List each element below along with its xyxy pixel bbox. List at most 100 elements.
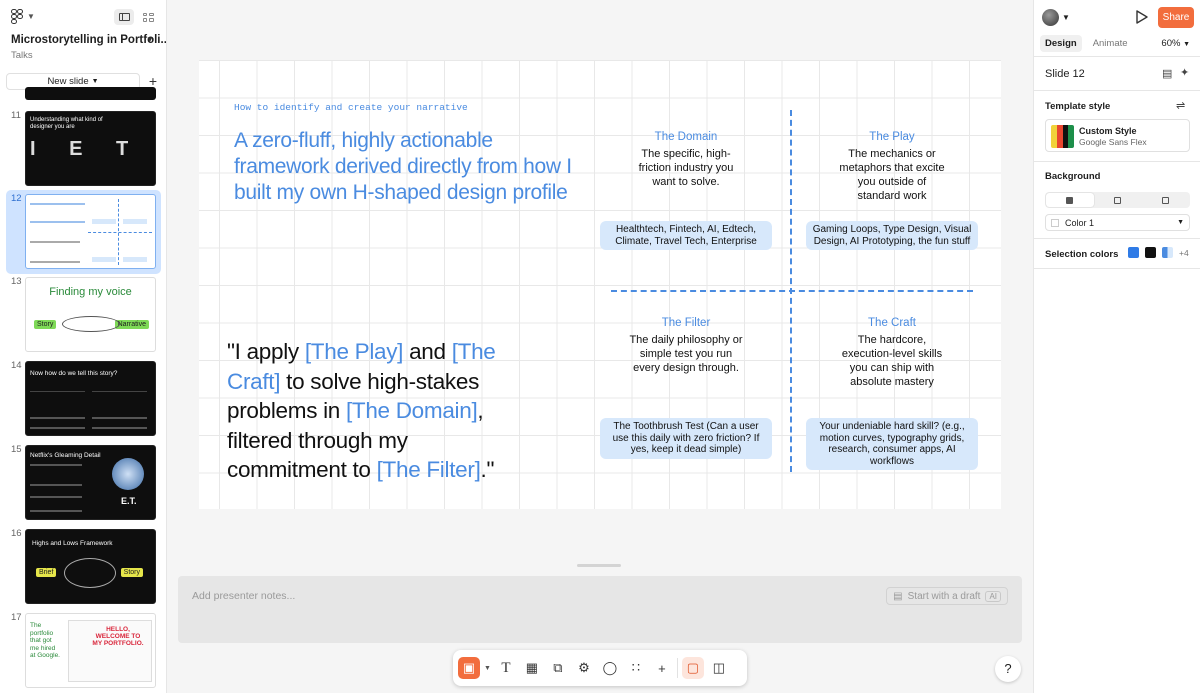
- selection-colors-heading: Selection colors: [1045, 249, 1119, 260]
- slide-thumbnail[interactable]: Understanding what kind of designer you …: [25, 111, 156, 186]
- quadrant-example[interactable]: Your undeniable hard skill? (e.g., motio…: [806, 418, 978, 470]
- quadrant-example[interactable]: Gaming Loops, Type Design, Visual Design…: [806, 221, 978, 250]
- more-colors-count[interactable]: +4: [1179, 248, 1189, 258]
- quadrant-example[interactable]: The Toothbrush Test (Can a user use this…: [600, 418, 772, 459]
- slide-tool-button[interactable]: ▣: [458, 657, 480, 679]
- chevron-down-icon[interactable]: ▼: [146, 35, 154, 44]
- quote-text: .": [480, 457, 495, 482]
- slide-row-17[interactable]: 17 The portfolio that got me hired at Go…: [6, 609, 161, 693]
- slide-thumbnail[interactable]: Now how do we tell this story?: [25, 361, 156, 436]
- presenter-notes[interactable]: Add presenter notes... ▤ Start with a dr…: [178, 576, 1022, 643]
- divider: [1034, 161, 1200, 162]
- selection-color-swatch[interactable]: [1128, 247, 1139, 258]
- plus-icon: +: [658, 660, 666, 676]
- chevron-down-icon[interactable]: ▼: [484, 665, 491, 672]
- thumb-title: Finding my voice: [49, 286, 132, 298]
- background-color-select[interactable]: Color 1 ▼: [1045, 214, 1190, 231]
- layout-mode-button[interactable]: ◫: [708, 657, 730, 679]
- selection-color-swatch[interactable]: [1145, 247, 1156, 258]
- slide-number: 14: [11, 360, 22, 371]
- share-button[interactable]: Share: [1158, 7, 1194, 28]
- slide-thumbnail[interactable]: Highs and Lows Framework Brief Story: [25, 529, 156, 604]
- adjust-icon[interactable]: ⇌: [1176, 99, 1185, 112]
- quadrant-title: The Play: [869, 131, 915, 143]
- slide-quote[interactable]: "I apply [The Play] and [The Craft] to s…: [227, 337, 517, 485]
- sticker-tool-button[interactable]: ⚙: [573, 657, 595, 679]
- thumb-left-label: Story: [34, 320, 57, 329]
- slide-row-13[interactable]: 13 Finding my voice Story Narrative: [6, 273, 161, 357]
- quadrant-craft[interactable]: The Craft The hardcore, execution-level …: [806, 317, 978, 389]
- solid-fill-tab[interactable]: [1046, 193, 1094, 207]
- zoom-select[interactable]: 60% ▼: [1161, 38, 1190, 49]
- template-name: Custom Style: [1079, 126, 1137, 136]
- quote-text: "I apply: [227, 339, 305, 364]
- slide-name: Slide 12: [1045, 68, 1085, 80]
- chevron-down-icon: ▼: [91, 78, 99, 85]
- notes-icon[interactable]: ▤: [1162, 67, 1172, 80]
- slide-thumbnail[interactable]: Netflix's Gleaming Detail E.T.: [25, 445, 156, 520]
- notes-resize-handle[interactable]: [577, 564, 621, 567]
- present-mode-button[interactable]: ▢: [681, 657, 704, 679]
- bottom-toolbar: ▣ ▼ T ▦ ⧉ ⚙ ◯ ∷ + ▢ ◫: [453, 650, 747, 686]
- project-name[interactable]: Talks: [11, 50, 33, 61]
- main-menu[interactable]: ▼: [11, 9, 35, 24]
- image-tool-button[interactable]: ▦: [521, 657, 543, 679]
- slide-thumbnail-10[interactable]: [25, 87, 156, 100]
- shapes-icon: ⧉: [553, 660, 563, 675]
- slide-thumbnail[interactable]: The portfolio that got me hired at Googl…: [25, 613, 156, 688]
- gradient-fill-tab[interactable]: [1094, 193, 1142, 207]
- template-font: Google Sans Flex: [1079, 137, 1147, 147]
- comment-tool-button[interactable]: ◯: [599, 657, 621, 679]
- widgets-tool-button[interactable]: ∷: [625, 657, 647, 679]
- divider: [1034, 268, 1200, 269]
- chevron-down-icon[interactable]: ▼: [1062, 13, 1070, 22]
- file-title[interactable]: Microstorytelling in Portfoli...: [11, 34, 166, 46]
- presenter-icon: ▢: [686, 660, 700, 675]
- slide-thumbnail[interactable]: Finding my voice Story Narrative: [25, 277, 156, 352]
- quadrant-domain[interactable]: The Domain The specific, high-friction i…: [600, 131, 772, 189]
- shape-tool-button[interactable]: ⧉: [547, 657, 569, 679]
- notes-placeholder[interactable]: Add presenter notes...: [192, 590, 295, 602]
- quadrant-title: The Filter: [661, 317, 711, 329]
- selection-color-swatch[interactable]: [1162, 247, 1173, 258]
- color-label: Color 1: [1065, 217, 1095, 228]
- play-icon[interactable]: [1136, 10, 1148, 24]
- tab-design[interactable]: Design: [1040, 35, 1082, 52]
- image-icon: [1161, 196, 1169, 204]
- template-style-card[interactable]: Custom Style Google Sans Flex: [1045, 119, 1190, 152]
- slide-headline[interactable]: A zero-fluff, highly actionable framewor…: [234, 128, 574, 206]
- view-toggle-group: [114, 9, 158, 25]
- tab-animate[interactable]: Animate: [1088, 35, 1133, 52]
- quadrant-example[interactable]: Healthtech, Fintech, AI, Edtech, Climate…: [600, 221, 772, 250]
- help-button[interactable]: ?: [995, 656, 1021, 682]
- avatar[interactable]: [1042, 9, 1059, 26]
- draft-icon: ▤: [893, 590, 903, 602]
- panel-icon: [118, 13, 130, 21]
- add-tool-button[interactable]: +: [651, 657, 673, 679]
- slide-row-15[interactable]: 15 Netflix's Gleaming Detail E.T.: [6, 441, 161, 525]
- start-draft-button[interactable]: ▤ Start with a draft AI: [886, 587, 1008, 605]
- text-tool-button[interactable]: T: [495, 657, 517, 679]
- figma-logo-icon: [11, 9, 23, 24]
- slide-row-14[interactable]: 14 Now how do we tell this story?: [6, 357, 161, 441]
- slide-kicker[interactable]: How to identify and create your narrativ…: [234, 102, 468, 113]
- grid-icon: [142, 12, 154, 22]
- layout-icon: ◫: [712, 660, 726, 675]
- thumb-title: Highs and Lows Framework: [32, 540, 113, 547]
- quadrant-play[interactable]: The Play The mechanics or metaphors that…: [806, 131, 978, 203]
- slide-frame[interactable]: How to identify and create your narrativ…: [199, 60, 1001, 509]
- image-fill-tab[interactable]: [1141, 193, 1189, 207]
- canvas[interactable]: How to identify and create your narrativ…: [167, 0, 1033, 693]
- single-view-toggle[interactable]: [114, 9, 134, 25]
- slide-row-11[interactable]: 11 Understanding what kind of designer y…: [6, 107, 161, 191]
- sparkle-icon[interactable]: ✦: [1180, 66, 1189, 79]
- slide-row-12[interactable]: 12: [6, 190, 161, 274]
- new-slide-label: New slide: [47, 76, 89, 87]
- quadrant-filter[interactable]: The Filter The daily philosophy or simpl…: [600, 317, 772, 375]
- slide-row-16[interactable]: 16 Highs and Lows Framework Brief Story: [6, 525, 161, 609]
- grid-view-toggle[interactable]: [138, 9, 158, 25]
- slide-thumbnail[interactable]: [25, 194, 156, 269]
- text-icon: T: [501, 659, 511, 676]
- slide-number: 16: [11, 528, 22, 539]
- image-icon: ▦: [525, 660, 539, 675]
